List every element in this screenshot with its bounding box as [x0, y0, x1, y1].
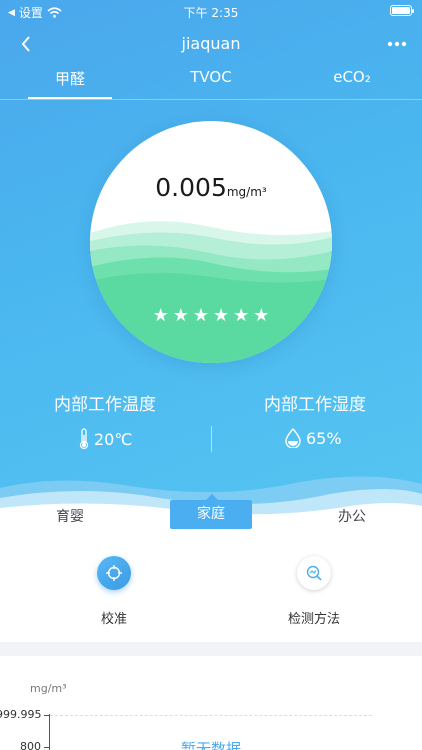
- temperature-label: 内部工作温度: [54, 395, 156, 415]
- star-icon: ★: [192, 305, 209, 326]
- detection-method-button[interactable]: 检测方法: [254, 556, 374, 627]
- humidity-label: 内部工作湿度: [264, 395, 366, 415]
- star-icon: ★: [213, 305, 230, 326]
- scene-home[interactable]: 家庭: [170, 494, 252, 529]
- chart-tick-label: 999.995: [0, 708, 42, 721]
- star-icon: ★: [152, 305, 169, 326]
- tab-formaldehyde[interactable]: 甲醛: [28, 68, 112, 98]
- gauge-wave-art: [90, 221, 332, 363]
- rating-stars: ★ ★ ★ ★ ★ ★: [90, 307, 332, 325]
- gas-tabs: 甲醛 TVOC eCO₂: [0, 64, 422, 100]
- temperature-readout: 20℃: [78, 428, 132, 450]
- battery-icon: [390, 5, 414, 16]
- nav-bar: jiaquan: [0, 28, 422, 60]
- thermometer-icon: [79, 428, 89, 450]
- reading-value: 0.005: [155, 173, 227, 202]
- env-divider: [211, 426, 212, 452]
- history-chart: mg/m³ 999.995 800 暂无数据: [0, 656, 422, 750]
- more-button[interactable]: [384, 32, 410, 56]
- detection-method-label: 检测方法: [287, 612, 340, 627]
- chart-tick-mark: [44, 715, 49, 716]
- page-title: jiaquan: [181, 34, 241, 53]
- scene-infant[interactable]: 育婴: [40, 506, 100, 526]
- hero-panel: ◀ 设置 下午 2:35 jiaquan 甲醛 TVOC eCO₂ 0.005m…: [0, 0, 422, 540]
- calibrate-button[interactable]: 校准: [54, 556, 174, 627]
- tools-panel: 校准 检测方法: [0, 540, 422, 642]
- calibrate-label: 校准: [100, 612, 127, 627]
- calibrate-icon-wrap: [97, 556, 131, 590]
- water-drop-icon: [285, 428, 301, 448]
- search-chart-icon: [306, 565, 322, 581]
- method-icon-wrap: [297, 556, 331, 590]
- humidity-value: 65%: [306, 428, 342, 448]
- tabs-divider: [0, 99, 422, 100]
- temperature-value: 20℃: [94, 429, 133, 449]
- status-bar: ◀ 设置 下午 2:35: [0, 0, 422, 22]
- crosshair-icon: [106, 565, 122, 581]
- chart-unit-label: mg/m³: [30, 682, 67, 695]
- humidity-readout: 65%: [284, 428, 342, 448]
- reading-unit: mg/m³: [226, 185, 267, 199]
- scene-office[interactable]: 办公: [322, 506, 382, 526]
- reading-gauge: 0.005mg/m³ ★ ★ ★ ★ ★ ★: [90, 121, 332, 363]
- more-icon: [387, 41, 407, 47]
- star-icon: ★: [172, 305, 189, 326]
- status-time: 下午 2:35: [183, 6, 239, 20]
- star-icon: ★: [233, 305, 250, 326]
- chart-gridline: [50, 715, 372, 716]
- chart-empty-message: 暂无数据: [180, 740, 241, 750]
- tab-tvoc[interactable]: TVOC: [168, 68, 254, 98]
- scene-selector: 育婴 家庭 办公: [0, 494, 422, 538]
- reading-display: 0.005mg/m³: [90, 173, 332, 202]
- tab-eco2[interactable]: eCO₂: [310, 68, 394, 98]
- star-icon: ★: [253, 305, 270, 326]
